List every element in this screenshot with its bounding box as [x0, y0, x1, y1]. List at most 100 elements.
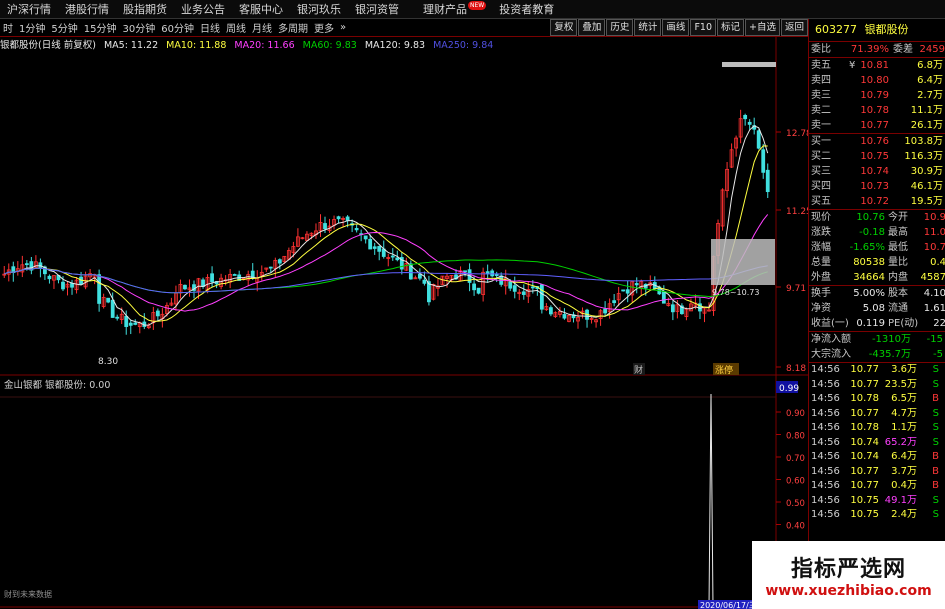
nav-item[interactable]: 客服中心: [232, 1, 290, 17]
period-5min[interactable]: 5分钟: [48, 20, 80, 35]
period-month[interactable]: 月线: [249, 20, 275, 35]
flow-pct: -15: [926, 334, 943, 345]
stat-value: 4587: [920, 272, 945, 283]
tick-row: 14:56 10.77 3.6万 S: [809, 363, 945, 378]
stat-row: 总量 80538 量比 0.4: [809, 255, 945, 270]
price-axis-label: 8.18: [786, 364, 806, 374]
sell-level[interactable]: 卖五 ¥ 10.81 6.8万: [809, 58, 945, 73]
level-label: 卖四: [811, 75, 831, 86]
currency-mark: ¥: [849, 60, 856, 71]
selection-box: [711, 239, 775, 285]
candle-body: [372, 246, 377, 249]
stat-value: -0.18: [859, 227, 885, 238]
tick-side: S: [932, 378, 939, 390]
candle-body: [634, 283, 639, 286]
period-15min[interactable]: 15分钟: [81, 20, 120, 35]
nav-item[interactable]: 投资者教育: [492, 1, 561, 17]
tool-button[interactable]: 统计: [634, 19, 662, 36]
stat-value: 10.9: [923, 212, 945, 223]
commission-row: 委比 71.39% 委差 2459: [809, 42, 945, 57]
tick-volume: 3.7万: [891, 465, 917, 477]
period-multi[interactable]: 多周期: [275, 20, 311, 35]
level-price: 10.73: [860, 181, 889, 192]
tick-list[interactable]: 14:56 10.77 3.6万 S 14:56 10.77 23.5万 S 1…: [809, 362, 945, 523]
ma120-label: MA120: 9.83: [364, 40, 426, 51]
nav-item[interactable]: 沪深行情: [0, 1, 58, 17]
tick-side: S: [932, 407, 939, 419]
candle-body: [232, 274, 237, 276]
nav-item[interactable]: 股指期货: [116, 1, 174, 17]
tool-button[interactable]: 返回: [780, 19, 808, 36]
tick-volume: 49.1万: [884, 494, 917, 506]
period-more[interactable]: 更多: [311, 20, 337, 35]
candle-body: [395, 257, 400, 261]
period-1min[interactable]: 1分钟: [16, 20, 48, 35]
level-label: 买三: [811, 166, 831, 177]
buy-level[interactable]: 买二 10.75 116.3万: [809, 149, 945, 164]
buy-level[interactable]: 买三 10.74 30.9万: [809, 164, 945, 179]
tick-price: 10.77: [850, 465, 879, 477]
candle-body: [115, 316, 120, 319]
period-60min[interactable]: 60分钟: [158, 20, 197, 35]
tick-time: 14:56: [811, 436, 840, 448]
buy-level[interactable]: 买一 10.76 103.8万: [809, 134, 945, 149]
nav-item[interactable]: 业务公告: [174, 1, 232, 17]
candle-body: [363, 235, 368, 240]
more-arrow-icon[interactable]: »: [337, 22, 349, 33]
range-label: 9.78~10.73: [712, 288, 759, 297]
candle-body: [625, 289, 630, 294]
tick-volume: 1.1万: [891, 422, 917, 433]
tool-button[interactable]: 历史: [606, 19, 634, 36]
sub-axis-label: 0.70: [786, 454, 805, 464]
currency-mark: [849, 103, 857, 118]
nav-item[interactable]: 银河玖乐: [290, 1, 348, 17]
buy-level[interactable]: 买四 10.73 46.1万: [809, 179, 945, 194]
period-bar: 时 1分钟 5分钟 15分钟 30分钟 60分钟 日线 周线 月线 多周期 更多…: [0, 19, 808, 37]
level-label: 买四: [811, 181, 831, 192]
tool-button[interactable]: 复权: [550, 19, 578, 36]
sell-level[interactable]: 卖一 10.77 26.1万: [809, 118, 945, 133]
tool-button[interactable]: 画线: [662, 19, 690, 36]
tick-volume: 3.6万: [891, 364, 917, 375]
level-volume: 30.9万: [910, 166, 943, 177]
tick-price: 10.77: [850, 378, 879, 390]
stat-value: 10.7: [923, 242, 945, 253]
candle-body: [61, 281, 65, 290]
label: 委比: [811, 44, 831, 55]
tool-button[interactable]: 标记: [717, 19, 745, 36]
period-30min[interactable]: 30分钟: [119, 20, 158, 35]
ma60-label: MA60: 9.83: [302, 40, 357, 51]
stat-value: 1.61: [923, 303, 945, 314]
ma250-label: MA250: 9.84: [433, 40, 494, 51]
level-label: 卖一: [811, 120, 831, 131]
sell-level[interactable]: 卖三 10.79 2.7万: [809, 88, 945, 103]
tick-time: 14:56: [811, 465, 840, 477]
candle-body: [476, 287, 481, 294]
candle-body: [670, 304, 675, 313]
money-flow: 净流入额 -1310万 -15 大宗流入 -435.7万 -5: [809, 331, 945, 362]
kline-chart[interactable]: 12.78 11.25 9.71 8.18 8.30 9.78~10.73 财 涨停金山银都 …: [0, 37, 808, 609]
nav-item[interactable]: 银河资管: [348, 1, 406, 17]
tick-side: B: [932, 451, 939, 462]
tool-button[interactable]: +自选: [745, 19, 780, 36]
level-price: 10.78: [860, 105, 889, 116]
candle-body: [268, 266, 273, 269]
value: 2459: [919, 44, 945, 55]
value: 71.39%: [850, 44, 889, 55]
sell-level[interactable]: 卖四 10.80 6.4万: [809, 73, 945, 88]
period-day[interactable]: 日线: [197, 20, 223, 35]
nav-item-finance[interactable]: 理财产品: [416, 1, 474, 17]
level-price: 10.72: [860, 196, 889, 207]
tool-button[interactable]: 叠加: [578, 19, 606, 36]
sell-level[interactable]: 卖二 10.78 11.1万: [809, 103, 945, 118]
buy-level[interactable]: 买五 10.72 19.5万: [809, 194, 945, 209]
candle-body: [128, 322, 133, 326]
stat-label: 流通: [888, 303, 908, 314]
candle-body: [210, 273, 214, 283]
tool-button[interactable]: F10: [690, 19, 716, 36]
nav-item[interactable]: 港股行情: [58, 1, 116, 17]
sub-axis-label: 0.60: [786, 477, 805, 487]
tick-side: B: [932, 465, 939, 477]
candle-body: [521, 291, 526, 295]
period-week[interactable]: 周线: [223, 20, 249, 35]
